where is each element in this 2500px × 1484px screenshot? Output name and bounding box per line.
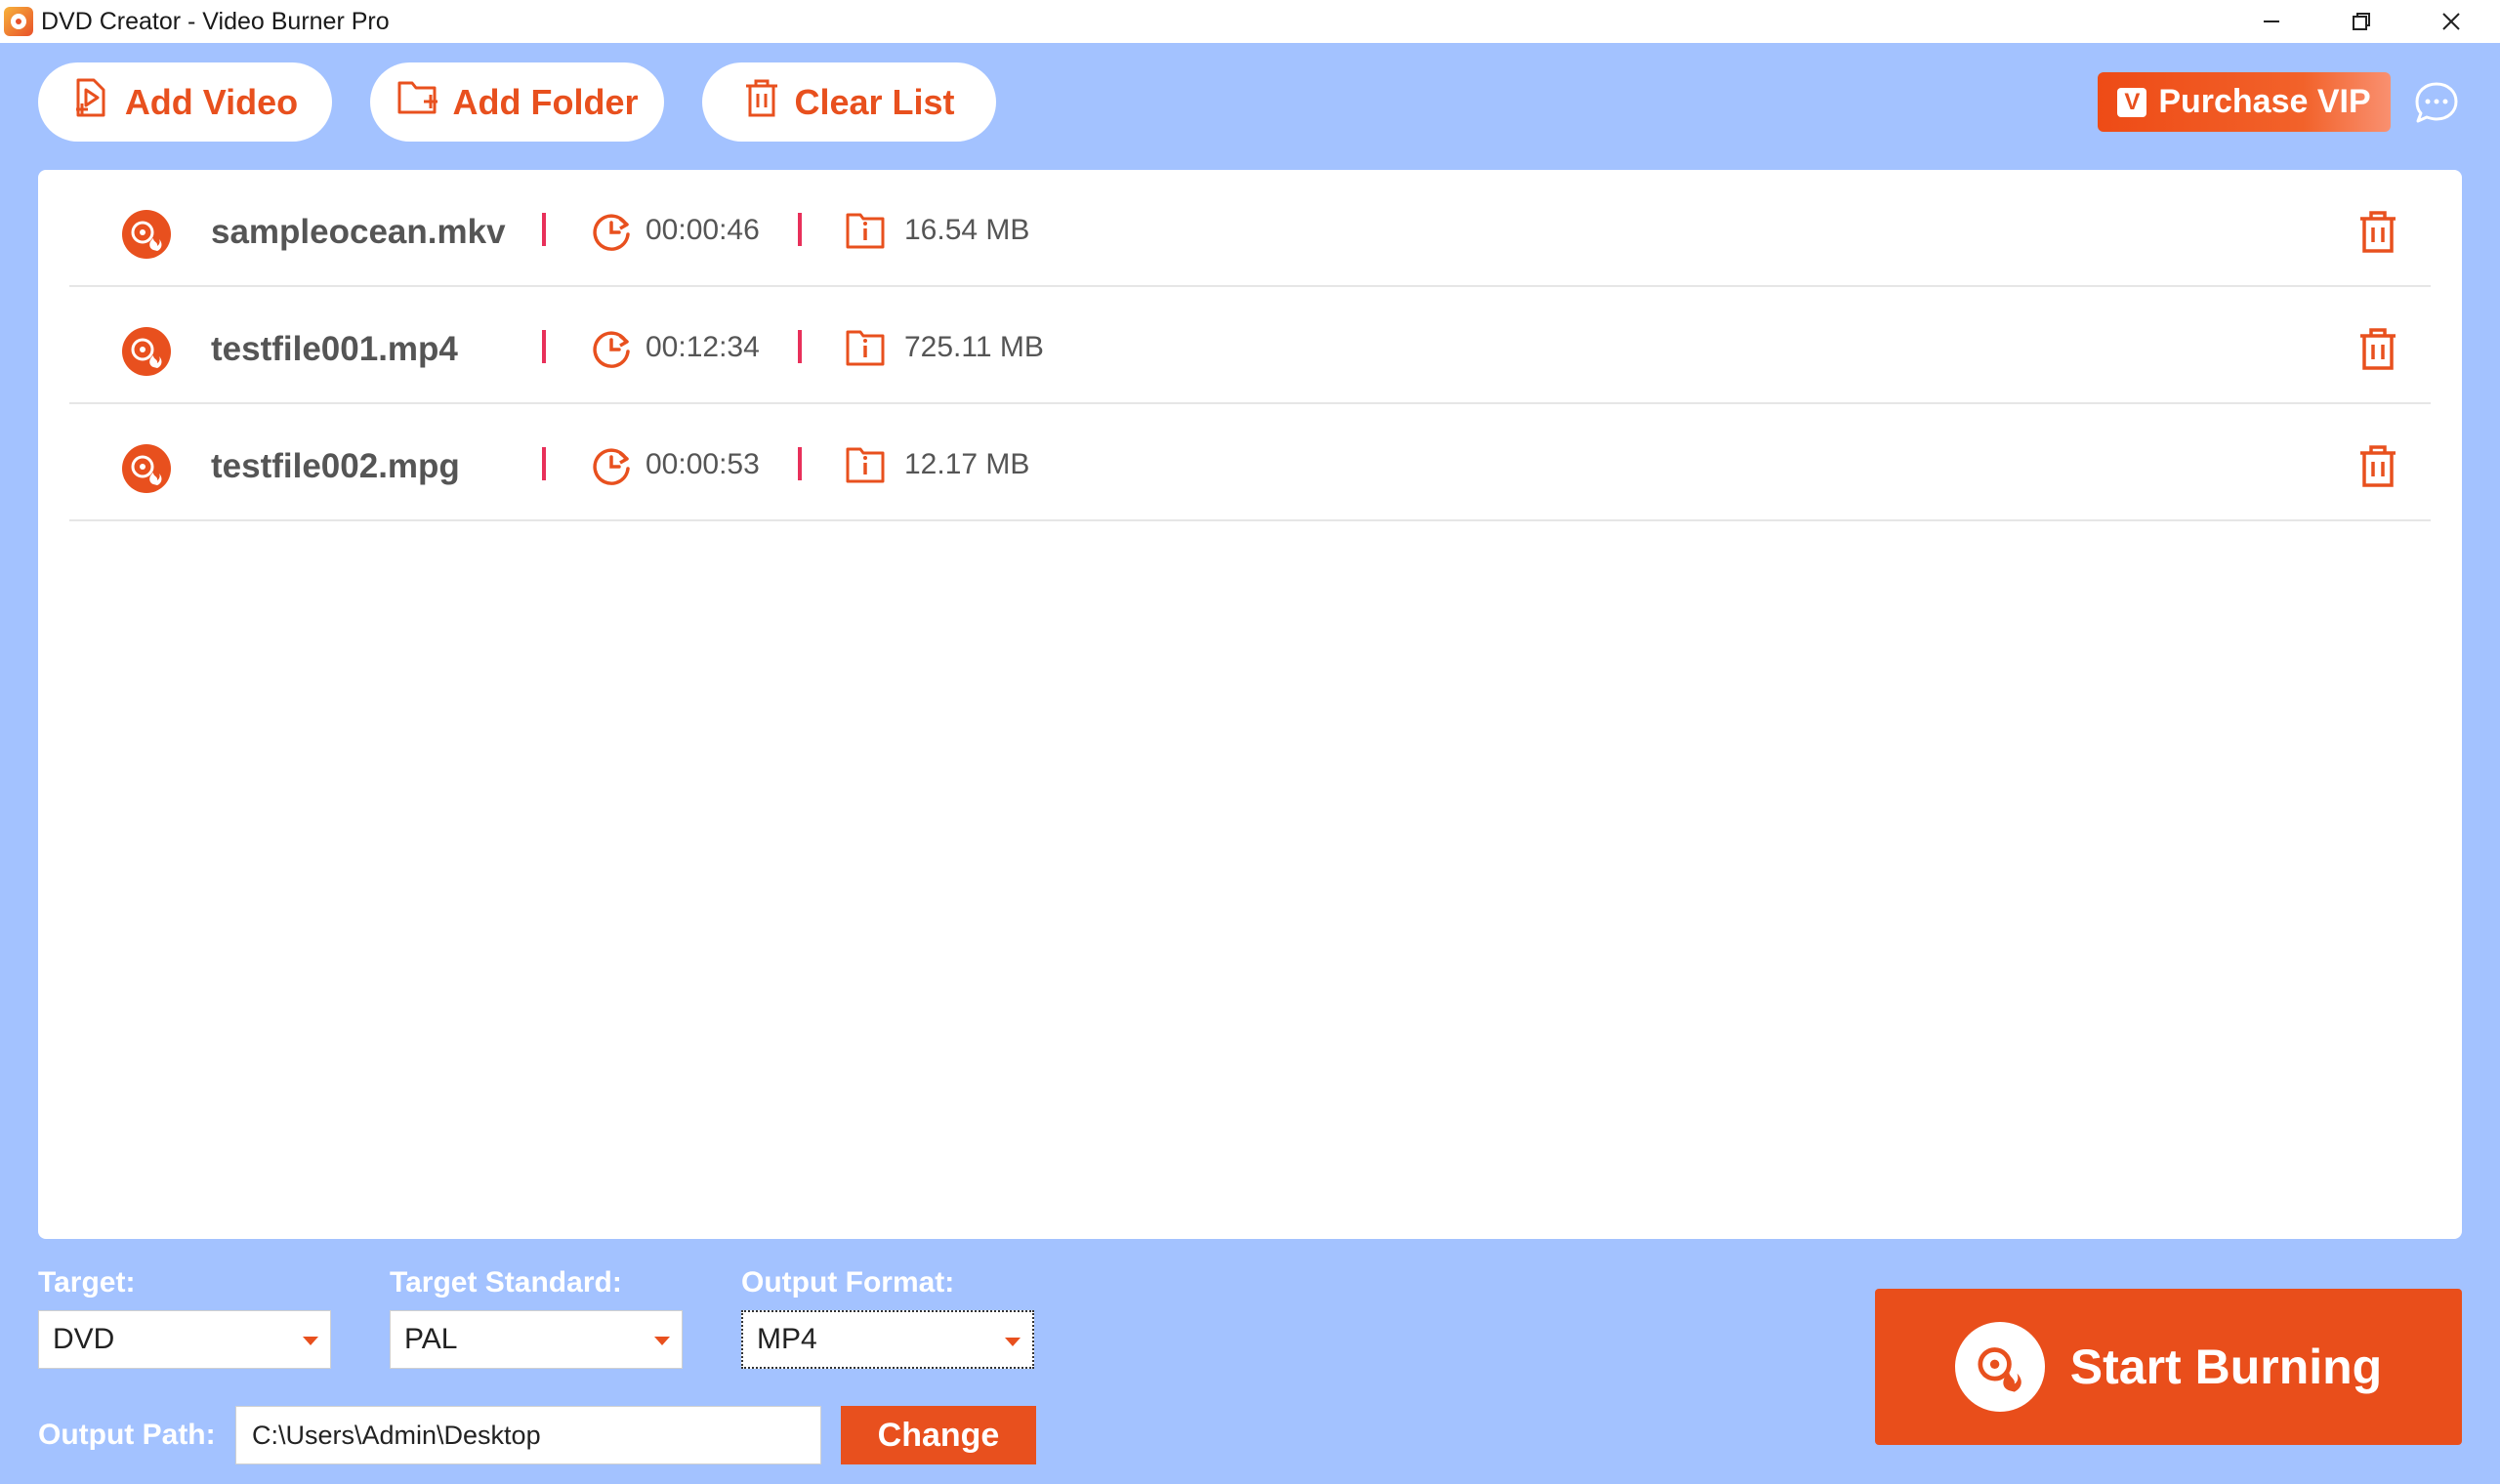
- file-row[interactable]: sampleocean.mkv 00:00:46 16.54 MB: [69, 170, 2431, 287]
- minimize-icon[interactable]: [2227, 0, 2316, 43]
- change-path-button[interactable]: Change: [841, 1406, 1036, 1464]
- separator: [798, 213, 802, 246]
- change-label: Change: [877, 1416, 1000, 1454]
- vip-badge-icon: V: [2117, 87, 2147, 117]
- file-duration: 00:12:34: [646, 331, 760, 363]
- file-info-icon: [845, 328, 886, 367]
- app-logo-icon: [4, 7, 33, 36]
- target-value: DVD: [53, 1323, 115, 1355]
- clear-list-button[interactable]: Clear List: [702, 62, 996, 142]
- target-standard-select[interactable]: PAL: [390, 1310, 683, 1369]
- disc-burn-icon: [121, 209, 172, 260]
- separator: [542, 213, 546, 246]
- separator: [542, 447, 546, 480]
- add-folder-label: Add Folder: [452, 81, 639, 122]
- purchase-vip-label: Purchase VIP: [2158, 83, 2371, 120]
- clock-icon: [591, 328, 632, 369]
- separator: [542, 330, 546, 363]
- start-burning-button[interactable]: Start Burning: [1875, 1289, 2462, 1445]
- disc-burn-icon: [1954, 1322, 2045, 1412]
- target-label: Target:: [38, 1266, 136, 1298]
- window-title: DVD Creator - Video Burner Pro: [41, 7, 390, 35]
- output-format-label: Output Format:: [741, 1266, 955, 1298]
- disc-burn-icon: [121, 326, 172, 377]
- separator: [798, 447, 802, 480]
- file-name: sampleocean.mkv: [211, 213, 506, 251]
- file-size: 12.17 MB: [904, 448, 1030, 480]
- output-format-value: MP4: [757, 1323, 817, 1355]
- file-name: testfile001.mp4: [211, 330, 458, 368]
- file-name: testfile002.mpg: [211, 447, 460, 485]
- output-path-field[interactable]: C:\Users\Admin\Desktop: [235, 1406, 821, 1464]
- purchase-vip-button[interactable]: V Purchase VIP: [2098, 72, 2391, 132]
- trash-icon: [743, 77, 780, 127]
- disc-burn-icon: [121, 443, 172, 494]
- file-row[interactable]: testfile001.mp4 00:12:34 725.11 MB: [69, 287, 2431, 404]
- dropdown-caret-icon: [1005, 1338, 1021, 1346]
- delete-icon[interactable]: [2356, 326, 2399, 371]
- output-format-select[interactable]: MP4: [741, 1310, 1034, 1369]
- file-duration: 00:00:46: [646, 214, 760, 246]
- separator: [798, 330, 802, 363]
- file-size: 725.11 MB: [904, 331, 1044, 363]
- file-duration: 00:00:53: [646, 448, 760, 480]
- add-video-button[interactable]: Add Video: [38, 62, 332, 142]
- start-burning-label: Start Burning: [2069, 1340, 2383, 1394]
- clock-icon: [591, 445, 632, 486]
- dropdown-caret-icon: [654, 1337, 670, 1345]
- output-path-value: C:\Users\Admin\Desktop: [252, 1420, 541, 1450]
- delete-icon[interactable]: [2356, 443, 2399, 488]
- add-folder-icon: [396, 78, 439, 126]
- title-bar: DVD Creator - Video Burner Pro: [0, 0, 2500, 43]
- dropdown-caret-icon: [303, 1337, 318, 1345]
- delete-icon[interactable]: [2356, 209, 2399, 254]
- chat-bubble-icon[interactable]: [2412, 78, 2461, 127]
- clear-list-label: Clear List: [794, 81, 955, 122]
- file-row[interactable]: testfile002.mpg 00:00:53 12.17 MB: [69, 404, 2431, 521]
- add-video-label: Add Video: [124, 81, 299, 122]
- file-size: 16.54 MB: [904, 214, 1030, 246]
- close-icon[interactable]: [2406, 0, 2496, 43]
- restore-icon[interactable]: [2316, 0, 2406, 43]
- output-path-label: Output Path:: [38, 1419, 216, 1451]
- add-folder-button[interactable]: Add Folder: [370, 62, 664, 142]
- target-standard-value: PAL: [404, 1323, 458, 1355]
- file-info-icon: [845, 445, 886, 484]
- target-standard-label: Target Standard:: [390, 1266, 622, 1298]
- clock-icon: [591, 211, 632, 252]
- target-select[interactable]: DVD: [38, 1310, 331, 1369]
- file-list-panel: sampleocean.mkv 00:00:46 16.54 MB testfi…: [38, 170, 2462, 1239]
- add-video-icon: [72, 77, 111, 127]
- file-info-icon: [845, 211, 886, 250]
